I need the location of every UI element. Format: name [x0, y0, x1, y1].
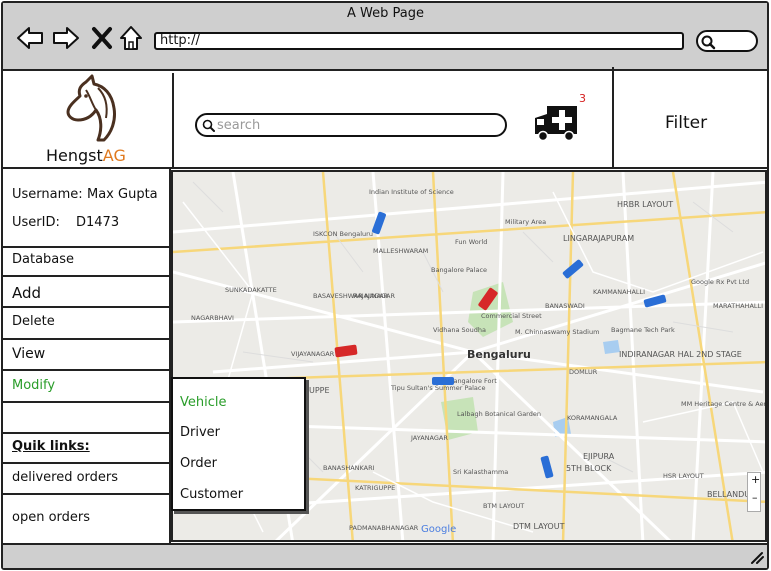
userid-value: D1473 [76, 215, 120, 230]
divider [3, 167, 767, 169]
map-label: KAMMANAHALLI [593, 288, 646, 296]
divider [172, 73, 174, 168]
resize-grip-icon[interactable] [748, 550, 764, 564]
map-label: BTM LAYOUT [483, 502, 525, 510]
notification-badge: 3 [579, 92, 586, 105]
submenu-item-customer[interactable]: Customer [180, 487, 243, 502]
map-label: Bangalore Palace [431, 266, 488, 274]
quick-links-heading: Quik links: [12, 439, 90, 454]
map-label: DTM LAYOUT [513, 522, 565, 531]
search-input[interactable] [217, 117, 497, 133]
map-label: Google Rx Pvt Ltd [691, 278, 750, 286]
back-arrow-icon[interactable] [16, 24, 44, 52]
sidebar-item-add[interactable]: Add [12, 284, 41, 302]
sidebar-item-delete[interactable]: Delete [12, 314, 55, 329]
map-label: KATRIGUPPE [355, 484, 396, 492]
map-label: ISKCON Bengaluru [313, 230, 373, 238]
search-icon [202, 119, 215, 132]
brand-main-text: Hengst [46, 146, 103, 165]
submenu-item-order[interactable]: Order [180, 456, 217, 471]
divider [3, 338, 178, 340]
sidebar-item-modify[interactable]: Modify [12, 378, 55, 393]
divider [3, 493, 169, 495]
map-label: PADMANABHANAGAR [349, 524, 419, 532]
search-icon [701, 35, 716, 50]
link-open-orders[interactable]: open orders [12, 510, 90, 525]
map-label: INDIRANAGAR HAL 2ND STAGE [619, 350, 742, 359]
map-label: RAJAJINAGAR [353, 292, 395, 300]
brand-logo: HengstAG [46, 146, 126, 165]
map-label: Commercial Street [481, 312, 542, 320]
map-label: Tipu Sultan's Summer Palace [391, 384, 486, 392]
divider [3, 432, 169, 434]
map-label: LINGARAJAPURAM [563, 234, 635, 243]
search-bar[interactable] [195, 113, 507, 137]
map-label: JAYANAGAR [411, 434, 448, 442]
map-label: BANASWADI [545, 302, 585, 310]
map-label: Military Area [505, 218, 547, 226]
map-label: SUNKADAKATTE [225, 286, 277, 294]
brand-accent-text: AG [102, 146, 126, 165]
map-label: DOMLUR [569, 368, 598, 376]
map-label: MM Heritage Centre & Aerospace Museum [681, 400, 767, 408]
map-label: NAGARBHAVI [191, 314, 234, 322]
url-bar[interactable]: http:// [154, 32, 684, 50]
map-label: MALLESHWARAM [373, 247, 429, 255]
forward-arrow-icon[interactable] [52, 24, 80, 52]
submenu-item-driver[interactable]: Driver [180, 425, 220, 440]
username-value: Max Gupta [87, 187, 158, 202]
divider [612, 67, 614, 168]
modify-submenu: Vehicle Driver Order Customer [171, 377, 306, 511]
divider [3, 246, 169, 248]
map-label: VIJAYANAGAR [291, 350, 335, 358]
window-title: A Web Page [347, 6, 424, 21]
map-label: Vidhana Soudha [433, 326, 486, 334]
close-icon[interactable] [88, 24, 116, 52]
map-label: BANASHANKARI [323, 464, 375, 472]
map-label: MARATHAHALLI [713, 302, 764, 310]
submenu-item-vehicle[interactable]: Vehicle [180, 395, 227, 410]
map-label: EJIPURA [583, 452, 615, 461]
map-label: Indian Institute of Science [369, 188, 454, 196]
map-label: HSR LAYOUT [663, 472, 704, 480]
filter-button[interactable]: Filter [665, 113, 707, 133]
divider [3, 275, 178, 277]
divider [3, 462, 169, 464]
sidebar-item-database[interactable]: Database [12, 252, 74, 267]
horse-logo-icon [66, 74, 116, 142]
map-label: Sri Kalasthamma [453, 468, 509, 476]
map-label: Fun World [455, 238, 488, 246]
username-label: Username: [12, 187, 83, 202]
link-delivered-orders[interactable]: delivered orders [12, 470, 118, 485]
sidebar-item-view[interactable]: View [12, 346, 45, 362]
home-icon[interactable] [117, 24, 145, 52]
status-bar [3, 543, 767, 568]
city-label: Bengaluru [467, 348, 531, 361]
ambulance-icon[interactable] [533, 102, 579, 142]
map-label: 5TH BLOCK [566, 464, 612, 473]
map-label: UPPE [309, 386, 330, 395]
map-label: HRBR LAYOUT [617, 200, 674, 209]
divider [3, 306, 178, 308]
map-label: Lalbagh Botanical Garden [457, 410, 541, 418]
userid-label: UserID: [12, 215, 60, 230]
divider [3, 369, 178, 371]
google-attribution: Google [421, 524, 457, 535]
divider [3, 401, 169, 403]
map-label: M. Chinnaswamy Stadium [515, 328, 600, 336]
zoom-out-icon[interactable]: – [752, 491, 758, 504]
map-label: KORAMANGALA [567, 414, 618, 422]
zoom-in-icon[interactable]: + [751, 473, 760, 486]
map-label: Bagmane Tech Park [611, 326, 675, 334]
zoom-controls: + – [747, 472, 761, 512]
vehicle-marker[interactable] [432, 377, 454, 385]
